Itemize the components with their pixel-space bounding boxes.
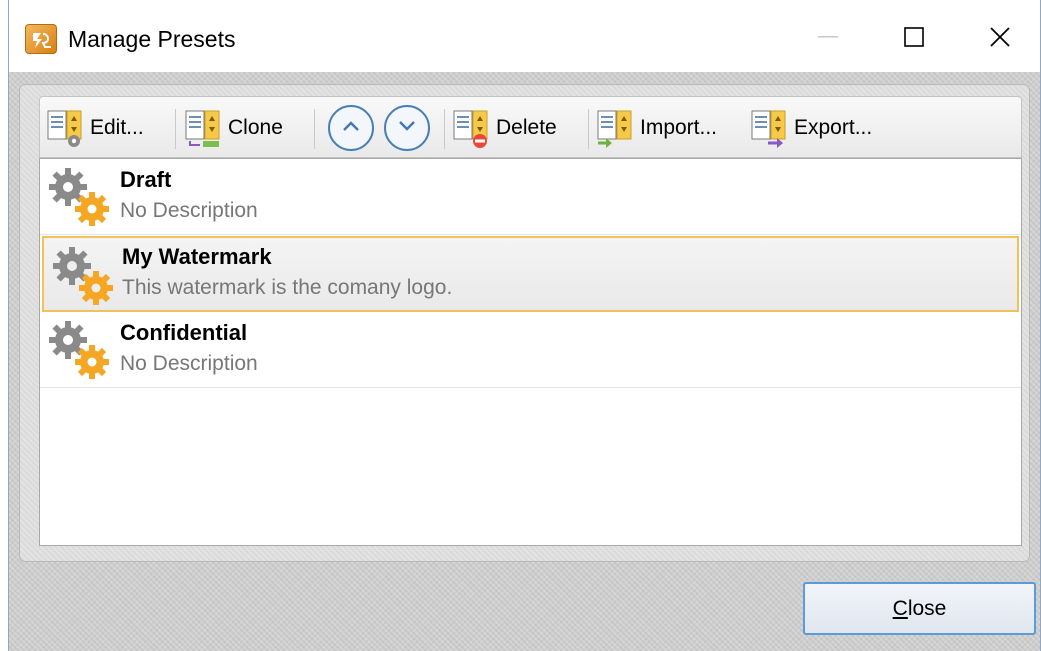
document-export-icon <box>750 107 788 149</box>
window-title: Manage Presets <box>68 26 236 52</box>
close-window-button[interactable] <box>971 14 1029 60</box>
clone-label: Clone <box>228 116 283 139</box>
preset-name: Draft <box>120 167 172 192</box>
toolbar-divider <box>588 109 589 149</box>
import-label: Import... <box>640 116 718 139</box>
export-label: Export... <box>794 116 873 139</box>
presets-list: Draft No Description My Watermark This w… <box>39 158 1022 546</box>
maximize-button[interactable] <box>885 14 943 60</box>
export-button[interactable]: Export... <box>750 103 872 153</box>
close-button[interactable]: Close <box>803 582 1036 635</box>
edit-label: Edit... <box>90 116 144 139</box>
document-delete-icon <box>452 107 490 149</box>
gears-icon <box>50 244 116 308</box>
list-item[interactable]: Confidential No Description <box>40 312 1021 388</box>
move-down-button[interactable] <box>384 105 430 151</box>
manage-presets-window: Manage Presets Edit... Clone Delete Impo… <box>8 0 1041 651</box>
toolbar: Edit... Clone Delete Import... Export... <box>39 96 1022 158</box>
delete-button[interactable]: Delete <box>452 103 557 153</box>
preset-description: No Description <box>120 352 258 375</box>
document-clone-icon <box>184 107 222 149</box>
preset-name: Confidential <box>120 320 248 345</box>
preset-description: No Description <box>120 199 258 222</box>
document-import-icon <box>596 107 634 149</box>
app-logo-icon <box>25 24 57 54</box>
gears-icon <box>46 318 112 382</box>
move-up-button[interactable] <box>328 105 374 151</box>
title-bar: Manage Presets <box>9 0 1040 72</box>
document-gear-icon <box>46 107 84 149</box>
list-item-selected[interactable]: My Watermark This watermark is the coman… <box>42 236 1019 312</box>
toolbar-divider <box>444 109 445 149</box>
close-button-mnemonic: C <box>892 596 908 620</box>
close-button-label: lose <box>907 596 947 620</box>
clone-button[interactable]: Clone <box>184 103 283 153</box>
minimize-button[interactable] <box>799 14 857 60</box>
preset-name: My Watermark <box>122 244 272 269</box>
preset-description: This watermark is the comany logo. <box>122 276 453 299</box>
edit-button[interactable]: Edit... <box>46 103 144 153</box>
delete-label: Delete <box>496 116 557 139</box>
chevron-down-icon <box>397 119 417 138</box>
toolbar-divider <box>175 109 176 149</box>
chevron-up-icon <box>341 119 361 138</box>
gears-icon <box>46 165 112 229</box>
list-item[interactable]: Draft No Description <box>40 159 1021 235</box>
import-button[interactable]: Import... <box>596 103 717 153</box>
toolbar-divider <box>314 109 315 149</box>
